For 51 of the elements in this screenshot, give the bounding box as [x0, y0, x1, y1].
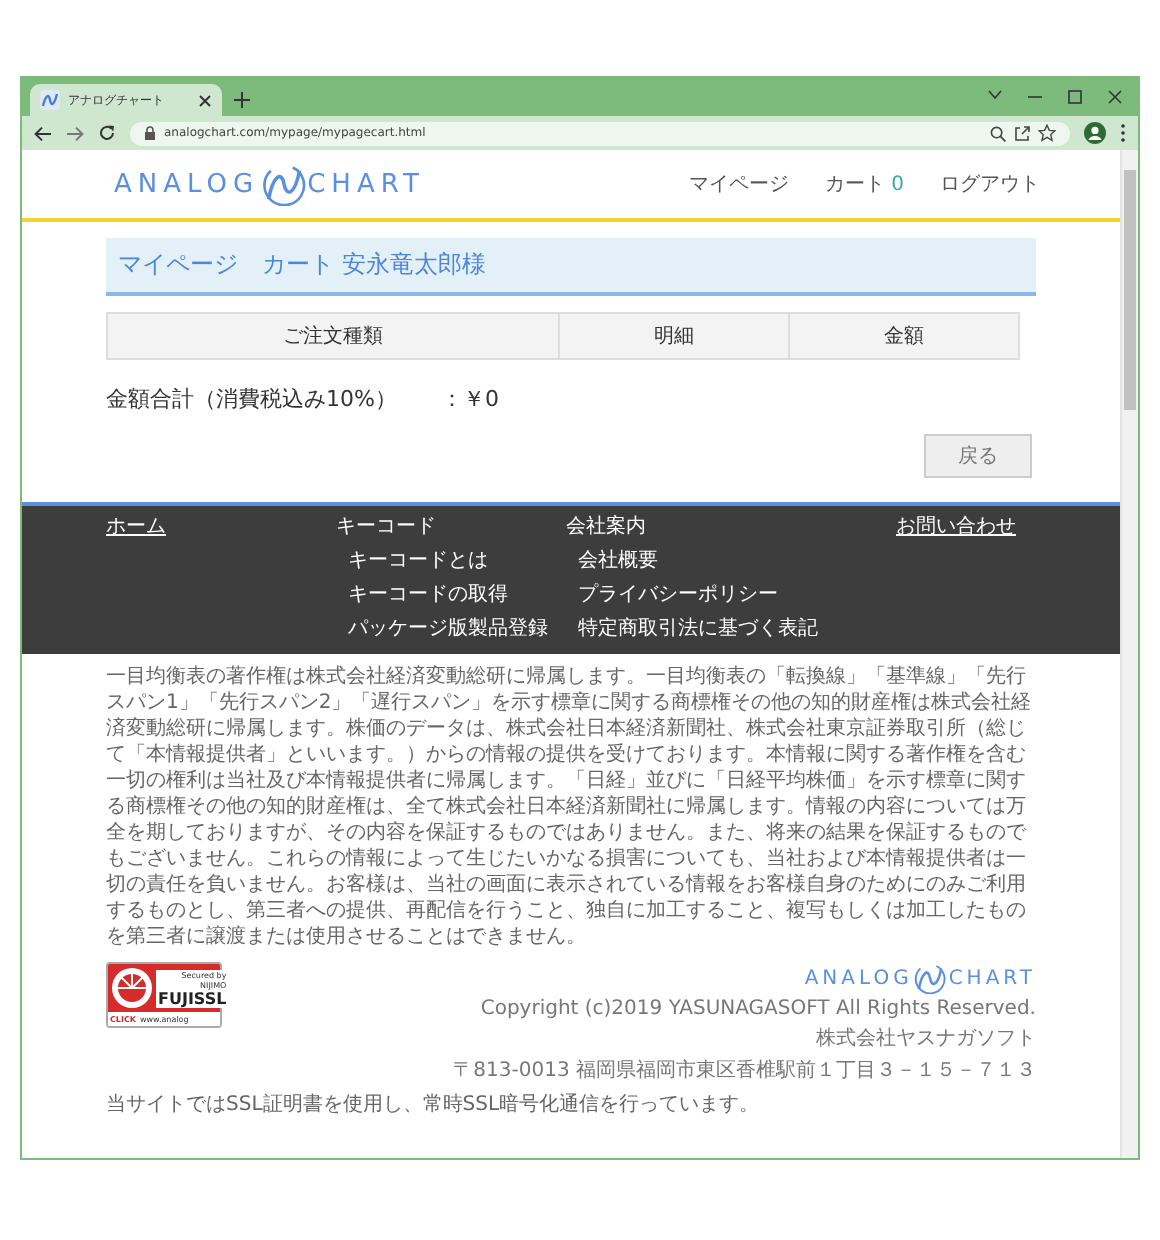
chevron-down-icon[interactable]: [988, 90, 1002, 100]
nav-link[interactable]: カート 0: [824, 170, 904, 198]
back-button[interactable]: 戻る: [924, 434, 1032, 478]
nav-link[interactable]: ログアウト: [940, 170, 1040, 198]
company-address: 〒813-0013 福岡県福岡市東区香椎駅前１丁目３－１５－７１３: [453, 1057, 1036, 1084]
maximize-icon[interactable]: [1068, 90, 1082, 104]
footer-link[interactable]: 会社概要: [566, 546, 658, 574]
avatar-icon[interactable]: [1084, 122, 1106, 144]
footer-link[interactable]: キーコードとは: [336, 546, 488, 574]
star-icon[interactable]: [1038, 124, 1056, 142]
logo-text: ANALOG: [114, 169, 260, 199]
footer-link[interactable]: ホーム: [106, 512, 166, 540]
logo-text: CHART: [948, 967, 1036, 989]
scrollbar[interactable]: [1120, 150, 1138, 1158]
reload-icon[interactable]: [98, 124, 116, 142]
kebab-menu-icon[interactable]: [1120, 124, 1126, 142]
company-name: 株式会社ヤスナガソフト: [816, 1025, 1036, 1052]
badge-brand: FUJISSL: [158, 989, 227, 1007]
logo-text: CHART: [307, 169, 425, 199]
footer-link[interactable]: キーコードの取得: [336, 580, 508, 608]
footer-link[interactable]: 特定商取引法に基づく表記: [566, 614, 818, 642]
page-title: マイページ カート 安永竜太郎様: [106, 238, 1036, 296]
footer-heading: キーコード: [336, 514, 436, 540]
column-header: ご注文種類: [108, 314, 560, 358]
close-icon[interactable]: [198, 93, 212, 107]
column-header: 明細: [560, 314, 790, 358]
swirl-logo-icon: [914, 962, 947, 994]
forward-arrow-icon[interactable]: [66, 125, 84, 141]
back-arrow-icon[interactable]: [34, 125, 52, 141]
ssl-note: 当サイトではSSL証明書を使用し、常時SSL暗号化通信を行っています。: [106, 1091, 760, 1118]
sunburst-icon: [110, 966, 154, 1010]
disclaimer-text: 一目均衡表の著作権は株式会社経済変動総研に帰属します。一目均衡表の「転換線」「基準線」「先行スパン1」「先行スパン2」「遅行スパン」を示す標章に関する商標権その他の知的財産権は株式会社経済変動総研に帰属します。株価のデータは、株式会社日本経済新聞社、株式会社東京証券取引所（総じて「本情報提供者」といいます。）からの情報の提供を受けております。本情報に関する著作権を含む一切の権利は当社及び本情報提供者に帰属します。「日経」並びに「日経平均株価」を示す標章に関する商標権その他の知的財産権は、全て株式会社日本経済新聞社に帰属します。情報の内容については万全を期しておりますが、その内容を保証するものではありません。また、将来の結果を保証するものでもございません。これらの情報によって生じたいかなる損害についても、当社および本情報提供者は一切の責任を負いません。お客様は、当社の画面に表示されている情報をお客様自身のためにのみご利用するものとし、第三者への提供、再配信を行うこと、独自に加工すること、複写もしくは加工したものを第三者に譲渡または使用させることはできません。: [106, 664, 1034, 950]
nav-link[interactable]: マイページ: [688, 170, 789, 198]
total-value: ：￥0: [440, 384, 499, 414]
plus-icon[interactable]: [234, 92, 250, 108]
total-label: 金額合計（消費税込み10%）: [106, 384, 397, 414]
footer-link[interactable]: パッケージ版製品登録: [336, 614, 548, 642]
footer-link[interactable]: お問い合わせ: [896, 512, 1016, 540]
close-icon[interactable]: [1108, 90, 1122, 104]
minimize-icon[interactable]: [1028, 90, 1042, 104]
swirl-logo-icon: [261, 162, 306, 206]
scrollbar-thumb[interactable]: [1124, 170, 1136, 410]
footer-link[interactable]: プライバシーポリシー: [566, 580, 778, 608]
swirl-favicon-icon: [40, 90, 60, 110]
footer-heading: 会社案内: [566, 513, 646, 540]
copyright-text: Copyright (c)2019 YASUNAGASOFT All Rights Reserved.: [480, 998, 1036, 1020]
share-icon[interactable]: [1014, 125, 1030, 141]
logo-text: ANALOG: [804, 967, 913, 989]
column-header: 金額: [882, 323, 926, 352]
lock-icon: [144, 126, 156, 140]
zoom-icon[interactable]: [990, 125, 1006, 141]
